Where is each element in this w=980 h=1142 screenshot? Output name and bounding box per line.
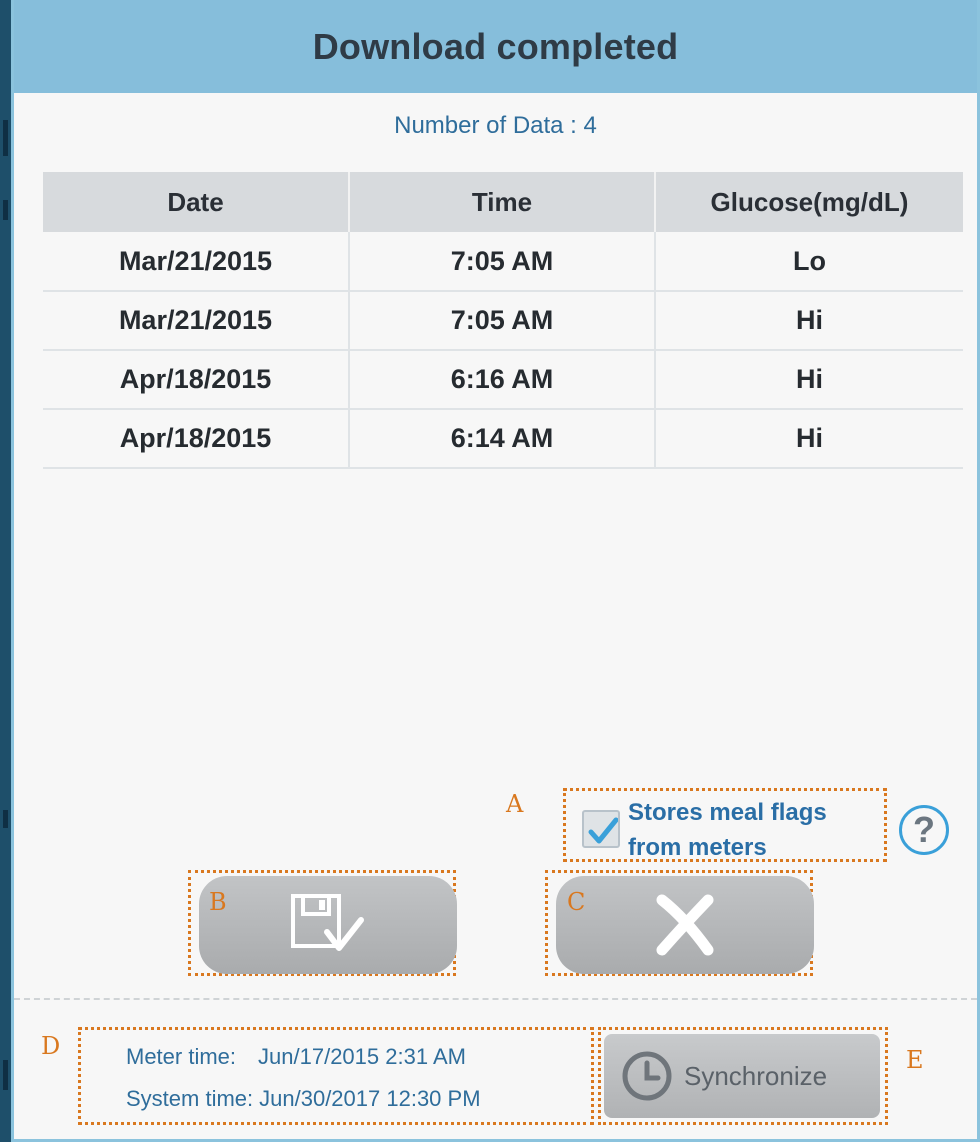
- meter-time-value: Jun/17/2015 2:31 AM: [258, 1044, 466, 1069]
- cell-glucose: Hi: [655, 409, 963, 469]
- cell-date: Apr/18/2015: [43, 409, 350, 469]
- data-count: Number of Data : 4: [394, 112, 597, 139]
- meal-flags-label-line1: Stores meal flags: [628, 799, 827, 826]
- cell-time: 6:16 AM: [349, 350, 656, 410]
- checkmark-icon: [588, 817, 618, 844]
- cell-date: Mar/21/2015: [43, 291, 350, 351]
- cell-date: Apr/18/2015: [43, 350, 350, 410]
- column-header-date[interactable]: Date: [43, 172, 350, 232]
- column-header-glucose[interactable]: Glucose(mg/dL): [655, 172, 963, 232]
- divider: [14, 998, 977, 1000]
- table-row[interactable]: Mar/21/2015 7:05 AM Hi: [43, 291, 963, 351]
- system-time-row: System time: Jun/30/2017 12:30 PM: [126, 1086, 481, 1112]
- glucose-table: Date Time Glucose(mg/dL) Mar/21/2015 7:0…: [43, 172, 963, 469]
- save-check-icon: [291, 894, 364, 951]
- clock-icon: [622, 1051, 672, 1101]
- table-row[interactable]: Mar/21/2015 7:05 AM Lo: [43, 232, 963, 292]
- download-dialog: Download completed Number of Data : 4 Da…: [11, 0, 980, 1142]
- annotation-label-e: E: [906, 1046, 924, 1074]
- cell-glucose: Hi: [655, 350, 963, 410]
- meal-flags-label-line2: from meters: [628, 834, 767, 861]
- table-row[interactable]: Apr/18/2015 6:14 AM Hi: [43, 409, 963, 469]
- title-bar: Download completed: [14, 0, 977, 93]
- cell-time: 7:05 AM: [349, 232, 656, 292]
- cancel-button[interactable]: [556, 876, 814, 974]
- meter-time-row: Meter time: Jun/17/2015 2:31 AM: [126, 1044, 466, 1070]
- cell-glucose: Hi: [655, 291, 963, 351]
- close-icon: [656, 894, 714, 956]
- cell-date: Mar/21/2015: [43, 232, 350, 292]
- meter-time-label: Meter time:: [126, 1044, 237, 1069]
- system-time-value: Jun/30/2017 12:30 PM: [259, 1086, 481, 1111]
- annotation-label-c: C: [567, 888, 586, 916]
- save-button[interactable]: [199, 876, 457, 974]
- column-header-time[interactable]: Time: [349, 172, 656, 232]
- table-header-row: Date Time Glucose(mg/dL): [43, 172, 963, 232]
- system-time-label: System time:: [126, 1086, 254, 1111]
- meal-flags-label[interactable]: Stores meal flags from meters: [628, 795, 827, 865]
- table-row[interactable]: Apr/18/2015 6:16 AM Hi: [43, 350, 963, 410]
- synchronize-label: Synchronize: [684, 1060, 828, 1091]
- background-window-edge: [0, 0, 11, 1142]
- synchronize-button[interactable]: Synchronize: [604, 1034, 880, 1118]
- cell-time: 7:05 AM: [349, 291, 656, 351]
- annotation-label-d: D: [41, 1032, 61, 1060]
- annotation-label-a: A: [506, 790, 524, 818]
- dialog-title: Download completed: [312, 25, 679, 67]
- cell-glucose: Lo: [655, 232, 963, 292]
- annotation-label-b: B: [209, 888, 227, 916]
- cell-time: 6:14 AM: [349, 409, 656, 469]
- help-icon[interactable]: ?: [899, 805, 949, 855]
- meal-flags-checkbox[interactable]: [582, 810, 620, 848]
